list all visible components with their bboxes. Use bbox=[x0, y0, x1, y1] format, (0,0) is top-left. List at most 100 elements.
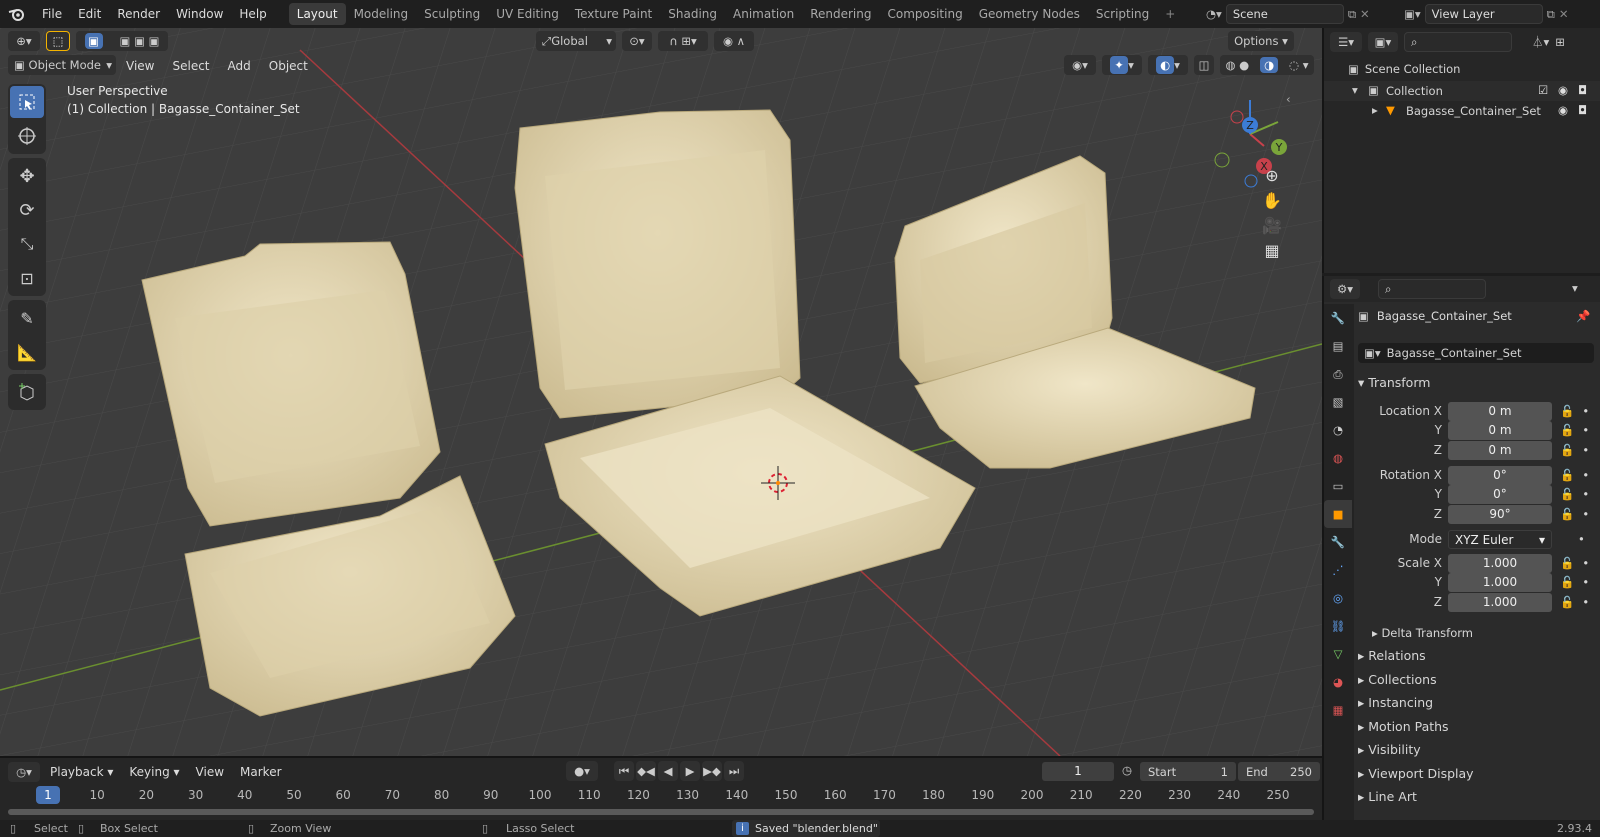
object-datablock-field[interactable]: ▣▾ Bagasse_Container_Set bbox=[1358, 343, 1594, 363]
view-layer-icon[interactable]: ▣▾ bbox=[1404, 7, 1421, 21]
properties-editor-type-icon[interactable]: ⚙▾ bbox=[1330, 279, 1360, 299]
pin-icon[interactable]: 📌 bbox=[1576, 309, 1590, 323]
keyframe-dot-icon[interactable]: • bbox=[1582, 556, 1589, 570]
editor-type-icon[interactable]: ⊕▾ bbox=[8, 31, 40, 51]
lock-icon[interactable]: 🔓 bbox=[1560, 487, 1574, 501]
tool-tab-icon[interactable]: 🔧 bbox=[1324, 304, 1352, 332]
delta-transform-subpanel[interactable]: ▸ Delta Transform bbox=[1372, 622, 1473, 644]
output-tab-icon[interactable]: ⎙ bbox=[1324, 360, 1352, 388]
tab-texture-paint[interactable]: Texture Paint bbox=[567, 3, 660, 25]
move-tool-icon[interactable]: ✥ bbox=[10, 160, 44, 192]
keyframe-dot-icon[interactable]: • bbox=[1582, 468, 1589, 482]
annotate-tool-icon[interactable]: ✎ bbox=[10, 302, 44, 334]
menu-edit[interactable]: Edit bbox=[70, 0, 109, 28]
scale-y-field[interactable]: 1.000 bbox=[1448, 572, 1552, 592]
xray-icon[interactable]: ◫ bbox=[1194, 55, 1214, 75]
expand-arrow-icon[interactable]: ▾ bbox=[1352, 83, 1358, 97]
material-tab-icon[interactable]: ◕ bbox=[1324, 668, 1352, 696]
timeline-menu-view[interactable]: View bbox=[190, 761, 230, 783]
play-reverse-icon[interactable]: ◀ bbox=[658, 761, 678, 781]
options-dropdown[interactable]: Options ▾ bbox=[1228, 31, 1294, 51]
gizmo-neg-x-icon[interactable] bbox=[1230, 110, 1244, 124]
mesh-data-tab-icon[interactable]: ▽ bbox=[1324, 640, 1352, 668]
location-y-field[interactable]: 0 m bbox=[1448, 420, 1552, 440]
rotation-y-field[interactable]: 0° bbox=[1448, 484, 1552, 504]
properties-search-input[interactable]: ⌕ bbox=[1378, 279, 1486, 299]
viewport-menu-select[interactable]: Select bbox=[164, 55, 217, 77]
end-frame-field[interactable]: End 250 bbox=[1238, 762, 1320, 781]
keyframe-dot-icon[interactable]: • bbox=[1582, 443, 1589, 457]
navigation-gizmo[interactable]: X Y Z bbox=[1206, 90, 1306, 190]
options-chevron-icon[interactable]: ▾ bbox=[1572, 281, 1578, 295]
gizmo-y-label[interactable]: Y bbox=[1275, 141, 1283, 154]
particles-tab-icon[interactable]: ⋰ bbox=[1324, 556, 1352, 584]
filter-icon[interactable]: ⏃▾ bbox=[1532, 34, 1549, 50]
viewport-display-panel[interactable]: ▸ Viewport Display bbox=[1358, 763, 1474, 785]
menu-file[interactable]: File bbox=[34, 0, 70, 28]
display-mode-icon[interactable]: ▣▾ bbox=[1368, 32, 1398, 52]
jump-start-icon[interactable]: ⏮ bbox=[614, 761, 634, 781]
scene-tab-icon[interactable]: ◔ bbox=[1324, 416, 1352, 444]
tab-scripting[interactable]: Scripting bbox=[1088, 3, 1157, 25]
close-scene-icon[interactable]: ✕ bbox=[1360, 7, 1370, 21]
keyframe-dot-icon[interactable]: • bbox=[1582, 575, 1589, 589]
lock-icon[interactable]: 🔓 bbox=[1560, 404, 1574, 418]
view-layer-tab-icon[interactable]: ▧ bbox=[1324, 388, 1352, 416]
status-report[interactable]: i Saved "blender.blend" bbox=[732, 820, 880, 837]
gizmo-toggle-icon[interactable]: ✦ ▾ bbox=[1102, 55, 1142, 75]
tab-animation[interactable]: Animation bbox=[725, 3, 802, 25]
lock-icon[interactable]: 🔓 bbox=[1560, 423, 1574, 437]
eye-icon[interactable]: ◉ bbox=[1558, 83, 1568, 97]
current-frame-field[interactable]: 1 bbox=[1042, 762, 1114, 781]
view-layer-field[interactable]: View Layer bbox=[1424, 4, 1543, 24]
scale-z-field[interactable]: 1.000 bbox=[1448, 592, 1552, 612]
motion-paths-panel[interactable]: ▸ Motion Paths bbox=[1358, 716, 1449, 738]
texture-tab-icon[interactable]: ▦ bbox=[1324, 696, 1352, 724]
frame-ruler[interactable]: 1 10 20 30 40 50 60 70 80 90 100 110 120 130 140 150 160… bbox=[0, 784, 1322, 806]
new-collection-icon[interactable]: ⊞ bbox=[1555, 35, 1565, 49]
add-workspace-button[interactable]: + bbox=[1157, 3, 1183, 25]
next-keyframe-icon[interactable]: ▶◆ bbox=[702, 761, 722, 781]
rotation-mode-dropdown[interactable]: XYZ Euler ▾ bbox=[1448, 529, 1552, 549]
keyframe-dot-icon[interactable]: • bbox=[1578, 532, 1585, 546]
blender-logo-icon[interactable] bbox=[0, 6, 34, 22]
outliner-editor-type-icon[interactable]: ☰▾ bbox=[1330, 32, 1362, 52]
gizmo-z-label[interactable]: Z bbox=[1246, 119, 1254, 132]
keyframe-dot-icon[interactable]: • bbox=[1582, 595, 1589, 609]
outliner-row-scene-collection[interactable]: ▣ Scene Collection bbox=[1348, 62, 1460, 76]
rotate-tool-icon[interactable]: ⟳ bbox=[10, 194, 44, 226]
keyframe-dot-icon[interactable]: • bbox=[1582, 423, 1589, 437]
lock-icon[interactable]: 🔓 bbox=[1560, 556, 1574, 570]
snap-icon[interactable]: ∩ ⊞▾ bbox=[658, 31, 708, 51]
collection-tab-icon[interactable]: ▭ bbox=[1324, 472, 1352, 500]
outliner-row-collection[interactable]: ▾ ▣ Collection ☑ ◉ ◘ bbox=[1324, 81, 1600, 101]
start-frame-field[interactable]: Start 1 bbox=[1140, 762, 1236, 781]
rotation-z-field[interactable]: 90° bbox=[1448, 504, 1552, 524]
viewport-canvas[interactable] bbox=[0, 28, 1322, 756]
timeline-menu-marker[interactable]: Marker bbox=[234, 761, 287, 783]
transform-orientation-dropdown[interactable]: ⤢ Global ▾ bbox=[536, 31, 616, 51]
cursor-tool-icon[interactable] bbox=[10, 120, 44, 152]
keyframe-dot-icon[interactable]: • bbox=[1582, 507, 1589, 521]
object-tab-icon[interactable]: ■ bbox=[1324, 500, 1352, 528]
rotation-x-field[interactable]: 0° bbox=[1448, 465, 1552, 485]
sidebar-toggle-icon[interactable]: ‹ bbox=[1286, 92, 1291, 106]
keyframe-dot-icon[interactable]: • bbox=[1582, 487, 1589, 501]
visibility-panel[interactable]: ▸ Visibility bbox=[1358, 739, 1421, 761]
eye-icon[interactable]: ◉ bbox=[1558, 103, 1568, 117]
location-z-field[interactable]: 0 m bbox=[1448, 440, 1552, 460]
play-icon[interactable]: ▶ bbox=[680, 761, 700, 781]
select-tool-icon[interactable]: ⬚ bbox=[46, 31, 70, 51]
viewport-menu-object[interactable]: Object bbox=[261, 55, 316, 77]
camera-view-icon[interactable]: 🎥 bbox=[1258, 216, 1286, 235]
measure-tool-icon[interactable]: 📐 bbox=[10, 336, 44, 368]
tab-geometry-nodes[interactable]: Geometry Nodes bbox=[971, 3, 1088, 25]
tab-shading[interactable]: Shading bbox=[660, 3, 725, 25]
expand-arrow-icon[interactable]: ▸ bbox=[1372, 103, 1378, 117]
object-datablock-icon[interactable]: ▣▾ bbox=[1358, 346, 1387, 360]
constraints-tab-icon[interactable]: ⛓ bbox=[1324, 612, 1352, 640]
lock-icon[interactable]: 🔓 bbox=[1560, 595, 1574, 609]
lock-icon[interactable]: 🔓 bbox=[1560, 507, 1574, 521]
menu-render[interactable]: Render bbox=[109, 0, 168, 28]
scene-icon[interactable]: ◔▾ bbox=[1206, 7, 1222, 21]
